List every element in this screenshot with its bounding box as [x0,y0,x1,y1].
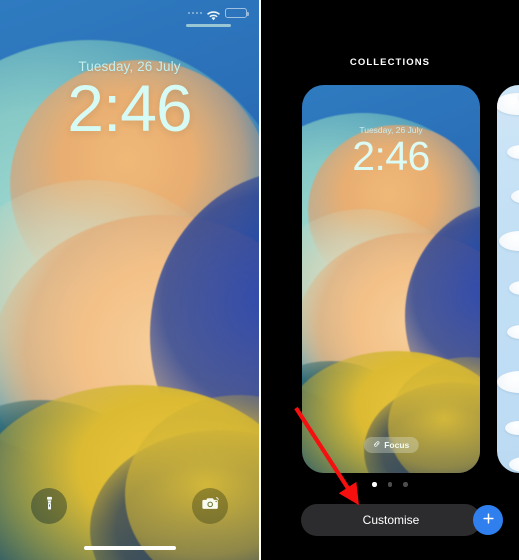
camera-button[interactable] [192,488,228,524]
cloud-shape [505,421,519,435]
flashlight-button[interactable] [31,488,67,524]
page-dot-3[interactable] [403,482,408,487]
lockscreen-clock: 2:46 [67,71,192,145]
iphone-lock-screen: Tuesday, 26 July 2:46 [0,0,259,560]
dynamic-island-indicator [186,24,231,27]
add-wallpaper-button[interactable] [473,505,503,535]
flashlight-icon [41,495,58,517]
wallpaper-card-weather-abstract[interactable]: Tuesday, 26 July 2:46 Focus [302,85,480,473]
customise-button[interactable]: Customise [301,504,481,536]
link-icon [373,440,381,450]
cloud-shape [509,457,519,472]
home-indicator[interactable] [83,546,176,550]
wallpaper-gallery-panel: COLLECTIONS Tuesday, 26 July 2:46 Focus … [261,0,519,560]
page-indicator-dots[interactable] [261,482,519,487]
page-dot-2[interactable] [387,482,393,487]
focus-pill[interactable]: Focus [363,437,419,453]
card-clock: 2:46 [352,133,430,179]
page-dot-1[interactable] [372,482,377,487]
wifi-icon [207,8,220,21]
plus-icon [481,511,496,529]
cloud-shape [507,325,519,339]
status-bar [187,8,249,21]
camera-icon [201,494,220,518]
battery-low-icon [225,8,249,18]
cloud-shape [509,281,519,295]
cloud-shape [511,189,519,204]
collections-heading: COLLECTIONS [349,57,431,68]
screenshot-root: Tuesday, 26 July 2:46 COLLECTIONS Tuesda… [0,0,519,560]
cloud-shape [507,145,519,159]
cloud-shape [497,371,519,393]
signal-dots-icon [187,11,202,15]
wallpaper-card-clouds[interactable] [497,85,519,473]
cloud-shape [497,93,519,115]
panel-divider [259,0,261,560]
cloud-shape [499,231,519,251]
focus-label: Focus [384,440,410,450]
